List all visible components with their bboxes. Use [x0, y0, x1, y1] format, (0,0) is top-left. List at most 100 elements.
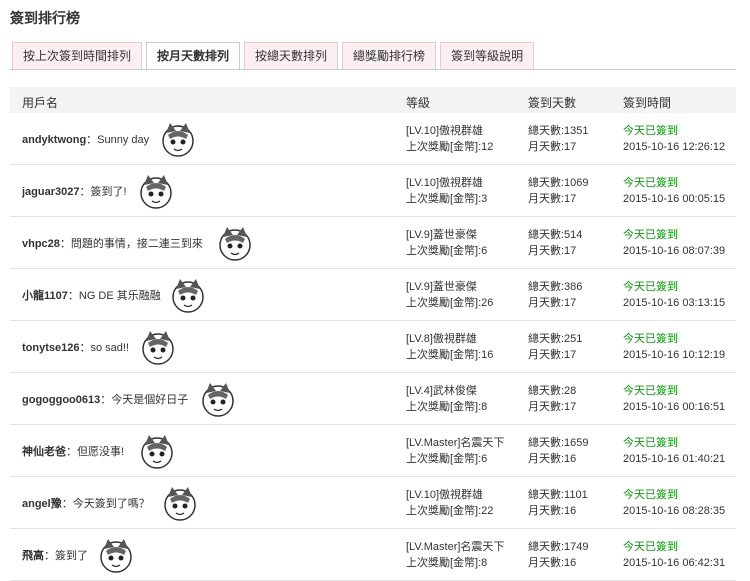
user-cell: gogoggoo0613：今天是個好日子 [22, 391, 188, 407]
user-cell: 小龍1107：NG DE 其乐融融 [22, 287, 161, 303]
table-row: jaguar3027：簽到了! [LV.10]傲視群雄 上次獎勵[金幣]:3 總天數:… [10, 165, 736, 217]
total-days: 總天數:251 [528, 333, 583, 345]
mood-avatar-icon [168, 275, 208, 315]
last-reward: 上次獎勵[金幣]:22 [406, 505, 494, 517]
mood-avatar-icon [96, 535, 136, 575]
days-cell: 總天數:1749 月天數:16 [528, 539, 589, 571]
tab-last-signin[interactable]: 按上次簽到時間排列 [12, 42, 143, 69]
total-days: 總天數:1351 [528, 125, 589, 137]
username-link[interactable]: tonytse126 [22, 342, 79, 354]
time-cell: 今天已簽到 2015-10-16 03:13:15 [623, 279, 725, 311]
last-reward: 上次獎勵[金幣]:8 [406, 557, 488, 569]
level-cell: [LV.Master]名震天下 上次獎勵[金幣]:8 [406, 539, 504, 571]
separator: ： [61, 498, 73, 510]
total-days: 總天數:1069 [528, 177, 589, 189]
level-label: [LV.9]蓋世豪傑 [406, 229, 477, 241]
mood-avatar-icon [137, 431, 177, 471]
signin-message: 問題的事情，接二連三到來 [70, 238, 203, 250]
total-days: 總天數:514 [528, 229, 583, 241]
separator: ： [44, 550, 55, 562]
level-cell: [LV.9]蓋世豪傑 上次獎勵[金幣]:6 [406, 227, 487, 259]
username-link[interactable]: gogoggoo0613 [22, 394, 100, 406]
level-cell: [LV.10]傲視群雄 上次獎勵[金幣]:3 [406, 175, 487, 207]
user-cell: 神仙老爸：但愿没事! [22, 443, 124, 459]
time-cell: 今天已簽到 2015-10-16 10:12:19 [623, 331, 725, 363]
signin-message: NG DE 其乐融融 [78, 290, 161, 302]
separator: ： [100, 394, 112, 406]
days-cell: 總天數:1659 月天數:16 [528, 435, 589, 467]
days-cell: 總天數:251 月天數:17 [528, 331, 582, 363]
username-link[interactable]: andyktwong [22, 134, 86, 146]
signin-datetime: 2015-10-16 03:13:15 [623, 297, 726, 309]
days-cell: 總天數:1101 月天數:16 [528, 487, 588, 519]
level-cell: [LV.4]武林俊傑 上次獎勵[金幣]:8 [406, 383, 487, 415]
last-reward: 上次獎勵[金幣]:3 [406, 193, 488, 205]
month-days: 月天數:17 [528, 401, 577, 413]
level-cell: [LV.8]傲視群雄 上次獎勵[金幣]:16 [406, 331, 493, 363]
level-label: [LV.9]蓋世豪傑 [406, 281, 477, 293]
column-header-level: 等級 [406, 96, 431, 110]
table-row: 神仙老爸：但愿没事! [LV.Master]名震天下 上次獎勵[金幣]:6 總天數:1… [10, 425, 736, 477]
tab-month-days[interactable]: 按月天數排列 [146, 42, 241, 71]
separator: ： [79, 186, 91, 198]
signin-status: 今天已簽到 [623, 489, 678, 501]
separator: ： [86, 134, 98, 146]
days-cell: 總天數:1351 月天數:17 [528, 123, 589, 155]
username-link[interactable]: 飛高 [22, 550, 44, 562]
tab-total-days[interactable]: 按總天數排列 [244, 42, 339, 69]
username-link[interactable]: vhpc28 [22, 238, 60, 250]
column-header-days: 簽到天數 [528, 96, 577, 110]
username-link[interactable]: angel豫 [22, 498, 62, 510]
time-cell: 今天已簽到 2015-10-16 06:42:31 [623, 539, 725, 571]
user-cell: jaguar3027：簽到了! [22, 183, 127, 199]
table-row: angel豫：今天簽到了嗎？ [LV.10]傲視群雄 上次獎勵[金幣]:22 總天數:… [10, 477, 736, 529]
level-label: [LV.10]傲視群雄 [406, 489, 484, 501]
total-days: 總天數:28 [528, 385, 577, 397]
username-link[interactable]: 神仙老爸 [22, 446, 66, 458]
username-link[interactable]: 小龍1107 [22, 290, 68, 302]
user-cell: angel豫：今天簽到了嗎？ [22, 495, 150, 511]
tab-level-info[interactable]: 簽到等級說明 [440, 42, 535, 69]
month-days: 月天數:17 [528, 349, 577, 361]
signin-datetime: 2015-10-16 00:05:15 [623, 193, 726, 205]
last-reward: 上次獎勵[金幣]:12 [406, 141, 494, 153]
tab-bar: 按上次簽到時間排列 按月天數排列 按總天數排列 總獎勵排行榜 簽到等級說明 [12, 42, 538, 71]
signin-status: 今天已簽到 [623, 125, 678, 137]
username-link[interactable]: jaguar3027 [22, 186, 79, 198]
month-days: 月天數:17 [528, 141, 577, 153]
level-label: [LV.10]傲視群雄 [406, 177, 484, 189]
last-reward: 上次獎勵[金幣]:6 [406, 245, 488, 257]
days-cell: 總天數:1069 月天數:17 [528, 175, 589, 207]
total-days: 總天數:1749 [528, 541, 589, 553]
last-reward: 上次獎勵[金幣]:26 [406, 297, 494, 309]
user-cell: 飛高：簽到了 [22, 547, 88, 563]
separator: ： [79, 342, 91, 354]
last-reward: 上次獎勵[金幣]:8 [406, 401, 488, 413]
last-reward: 上次獎勵[金幣]:6 [406, 453, 488, 465]
signin-datetime: 2015-10-16 01:40:21 [623, 453, 726, 465]
time-cell: 今天已簽到 2015-10-16 08:07:39 [623, 227, 725, 259]
mood-avatar-icon [215, 223, 255, 263]
signin-message: Sunny day [97, 134, 150, 146]
mood-avatar-icon [158, 119, 198, 159]
signin-message: 但愿没事! [77, 446, 125, 458]
signin-datetime: 2015-10-16 08:28:35 [623, 505, 726, 517]
level-cell: [LV.9]蓋世豪傑上次獎勵[金幣]:26 [406, 279, 493, 311]
total-days: 總天數:1659 [528, 437, 589, 449]
signin-status: 今天已簽到 [623, 541, 678, 553]
level-label: [LV.4]武林俊傑 [406, 385, 477, 397]
table-row: andyktwong：Sunny day [LV.10]傲視群雄 上次獎勵[金幣]:… [10, 113, 736, 165]
column-header-time: 簽到時間 [623, 96, 672, 110]
month-days: 月天數:16 [528, 557, 577, 569]
level-label: [LV.10]傲視群雄 [406, 125, 484, 137]
signin-status: 今天已簽到 [623, 385, 678, 397]
table-header: 用戶名 等級 簽到天數 簽到時間 [10, 87, 736, 113]
signin-status: 今天已簽到 [623, 229, 678, 241]
month-days: 月天數:17 [528, 297, 577, 309]
separator: ： [66, 446, 77, 458]
level-cell: [LV.10]傲視群雄 上次獎勵[金幣]:22 [406, 487, 493, 519]
mood-avatar-icon [198, 379, 238, 419]
mood-avatar-icon [136, 171, 176, 211]
separator: ： [67, 290, 79, 302]
tab-reward-ranking[interactable]: 總獎勵排行榜 [342, 42, 437, 69]
